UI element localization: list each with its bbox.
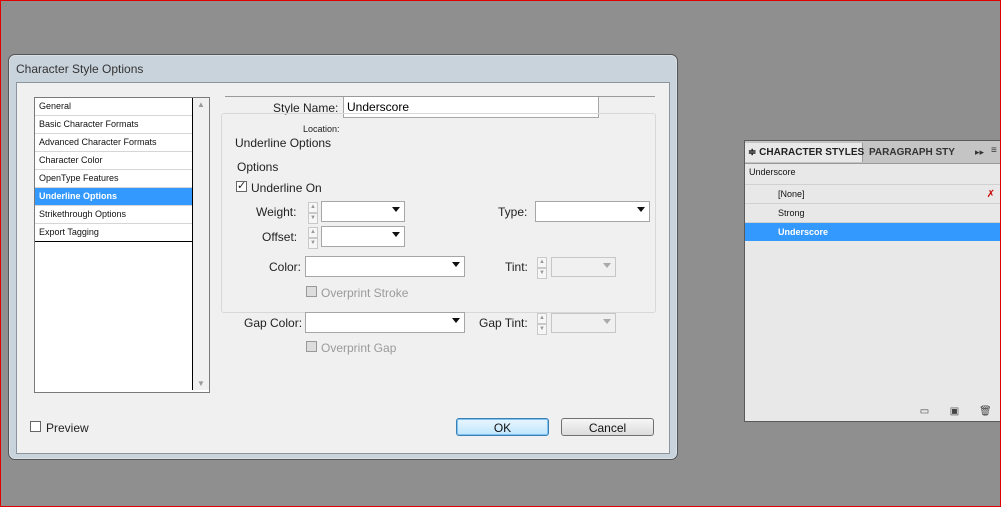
panel-menu-icon[interactable]: ▸▸ [975,147,984,158]
overprint-gap-label: Overprint Gap [321,341,397,355]
tab-character-styles-label: CHARACTER STYLES [759,147,865,158]
offset-dropdown[interactable] [321,226,405,247]
category-advanced-character-formats[interactable]: Advanced Character Formats [35,134,192,152]
type-dropdown[interactable] [535,201,650,222]
options-group-label: Options [235,160,281,174]
gap-color-label: Gap Color: [244,316,303,330]
gap-tint-dropdown[interactable] [551,313,616,333]
tab-paragraph-styles[interactable]: PARAGRAPH STY [869,143,955,162]
style-item-underscore[interactable]: Underscore [745,222,1001,241]
type-label: Type: [498,205,528,219]
chevron-down-icon [603,263,611,268]
gap-tint-stepper[interactable]: ▲ ▼ [537,313,547,335]
style-item-none-label: [None] [778,189,805,199]
chevron-down-icon [603,319,611,324]
new-style-icon[interactable]: ▣ [949,407,960,417]
gap-tint-label: Gap Tint: [479,316,528,330]
section-divider [225,96,655,97]
category-export-tagging[interactable]: Export Tagging [35,224,192,242]
style-item-strong[interactable]: Strong [745,203,1001,222]
preview-checkbox[interactable] [30,421,41,432]
chevron-down-icon [452,262,460,267]
styles-list: [None] ✗ Strong Underscore [745,184,1001,241]
category-underline-options[interactable]: Underline Options [35,188,192,206]
style-item-none[interactable]: [None] ✗ [745,184,1001,203]
category-opentype-features[interactable]: OpenType Features [35,170,192,188]
tint-dropdown[interactable] [551,257,616,277]
tab-character-styles[interactable]: ≑ CHARACTER STYLES [745,143,865,162]
overprint-stroke-label: Overprint Stroke [321,286,409,300]
panel-options-icon[interactable]: ≡ [991,145,997,156]
underline-on-checkbox[interactable] [236,179,247,192]
panel-footer: ▭ ▣ 🗑 [745,403,1001,421]
category-list: General Basic Character Formats Advanced… [34,97,210,393]
chevron-down-icon [452,318,460,323]
gap-color-dropdown[interactable] [305,312,465,333]
offset-label: Offset: [262,230,298,244]
category-items: General Basic Character Formats Advanced… [35,98,193,390]
pencil-crossed-icon: ✗ [986,189,995,200]
overprint-gap-checkbox[interactable] [306,341,317,352]
collapse-icon[interactable]: ≑ [748,147,756,158]
scroll-down-icon[interactable]: ▼ [197,379,205,388]
chevron-down-icon [392,232,400,237]
trash-icon[interactable]: 🗑 [979,407,992,417]
tint-label: Tint: [505,260,528,274]
preview-label: Preview [46,421,89,435]
ok-button[interactable]: OK [456,418,549,436]
cancel-button[interactable]: Cancel [561,418,654,436]
category-strikethrough-options[interactable]: Strikethrough Options [35,206,192,224]
color-label: Color: [269,260,302,274]
category-basic-character-formats[interactable]: Basic Character Formats [35,116,192,134]
new-group-folder-icon[interactable]: ▭ [919,407,930,417]
weight-stepper[interactable]: ▲ ▼ [308,202,318,224]
underline-on-label: Underline On [251,181,322,195]
chevron-down-icon [392,207,400,212]
chevron-down-icon [637,207,645,212]
panel-tab-bar: ≑ CHARACTER STYLES PARAGRAPH STY ▸▸ ≡ [745,141,1001,164]
current-style-label: Underscore [749,167,796,177]
character-styles-panel: ≑ CHARACTER STYLES PARAGRAPH STY ▸▸ ≡ Un… [744,140,1001,422]
dialog-title: Character Style Options [16,62,144,76]
weight-label: Weight: [256,205,297,219]
category-general[interactable]: General [35,98,192,116]
offset-stepper[interactable]: ▲ ▼ [308,227,318,249]
weight-dropdown[interactable] [321,201,405,222]
scroll-up-icon[interactable]: ▲ [197,100,205,109]
tint-stepper[interactable]: ▲ ▼ [537,257,547,279]
color-dropdown[interactable] [305,256,465,277]
category-character-color[interactable]: Character Color [35,152,192,170]
category-scrollbar[interactable]: ▲ ▼ [193,98,209,390]
overprint-stroke-checkbox[interactable] [306,286,317,297]
